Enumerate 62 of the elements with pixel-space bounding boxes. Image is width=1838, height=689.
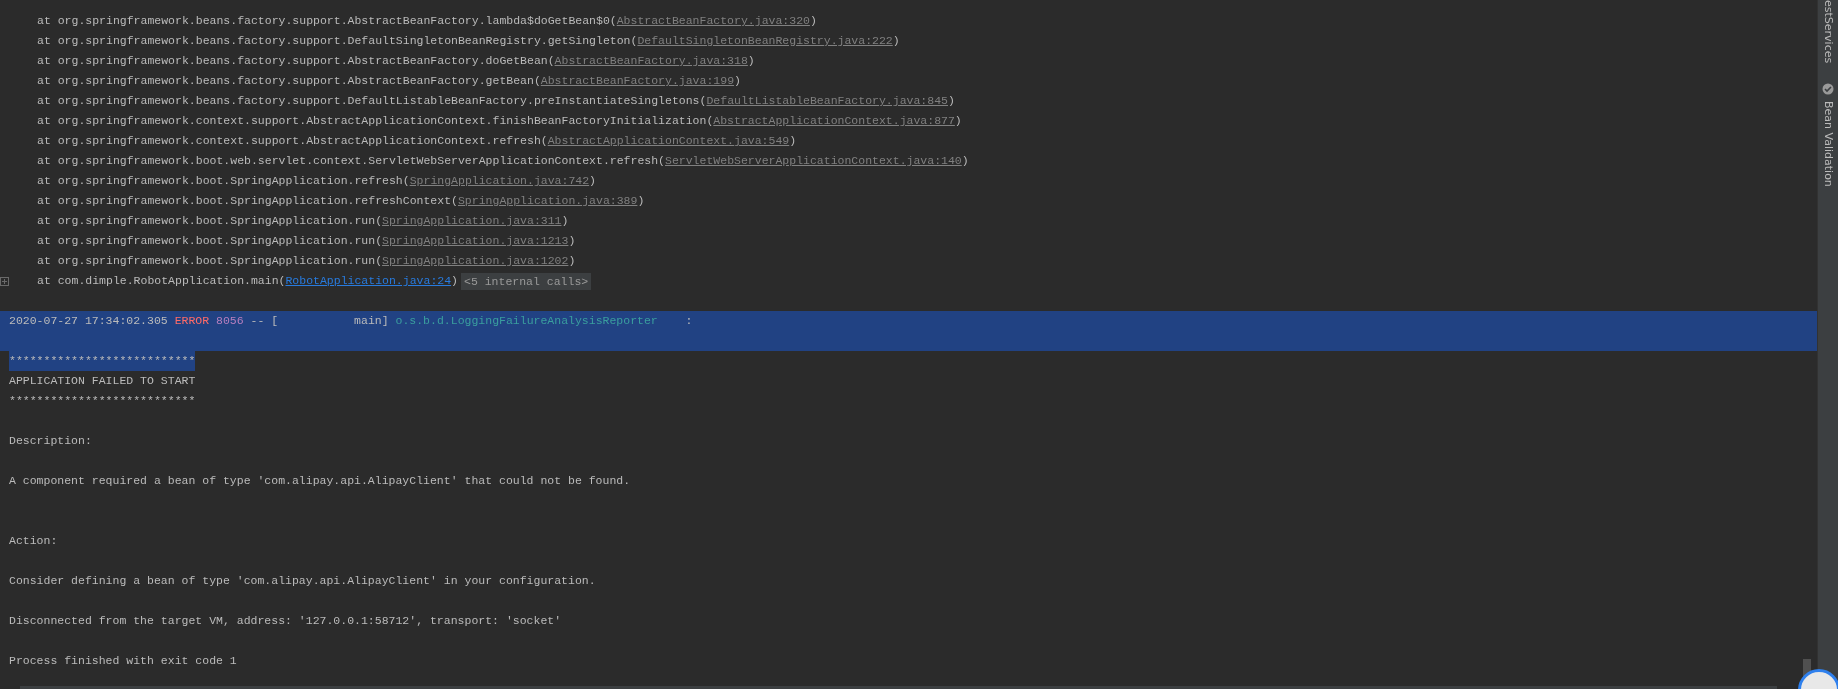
process-id: 8056 — [216, 313, 244, 329]
stack-frame-text: at org.springframework.boot.web.servlet.context.ServletWebServerApplicationContext.refresh( — [37, 153, 665, 169]
source-link[interactable]: DefaultSingletonBeanRegistry.java:222 — [637, 31, 893, 51]
console-text: A component required a bean of type 'com.alipay.api.AlipayClient' that could not be found. — [9, 473, 631, 489]
log-timestamp: 2020-07-27 17:34:02.305 — [9, 313, 168, 329]
source-link[interactable]: AbstractBeanFactory.java:199 — [540, 71, 735, 91]
log-colon: : — [685, 313, 693, 329]
stack-frame-text: ) — [961, 153, 969, 169]
stack-frame-text: ) — [734, 73, 741, 89]
stack-frame-text: at org.springframework.boot.SpringApplication.refresh( — [37, 173, 410, 189]
stack-frame-text: at org.springframework.beans.factory.support.DefaultSingletonBeanRegistry.getSingleton( — [37, 33, 638, 49]
source-link[interactable]: AbstractApplicationContext.java:877 — [713, 111, 955, 131]
console-text: Description: — [9, 433, 92, 449]
tool-window-tab[interactable]: estServices — [1821, 0, 1835, 84]
source-link[interactable]: AbstractBeanFactory.java:318 — [554, 51, 748, 71]
stack-frame-text: ) — [954, 113, 962, 129]
source-link[interactable]: SpringApplication.java:742 — [409, 171, 590, 191]
stack-frame-text: ) — [637, 193, 645, 209]
log-separator: -- [ — [250, 313, 279, 329]
console-text: Consider defining a bean of type 'com.alipay.api.AlipayClient' in your configuration. — [9, 573, 596, 589]
stack-frame-text: at org.springframework.beans.factory.support.DefaultListableBeanFactory.preInstantiateSingletons( — [37, 93, 707, 109]
console-text: *************************** — [9, 351, 196, 371]
internal-calls-badge[interactable]: <5 internal calls> — [461, 272, 592, 290]
thread-name: main] — [353, 313, 389, 329]
source-link[interactable]: ServletWebServerApplicationContext.java:140 — [665, 151, 962, 171]
stack-frame-text: ) — [809, 13, 817, 29]
source-link[interactable]: DefaultListableBeanFactory.java:845 — [706, 91, 948, 111]
stack-frame-text: at org.springframework.boot.SpringApplication.run( — [37, 213, 383, 229]
source-link[interactable]: AbstractApplicationContext.java:549 — [547, 131, 790, 151]
source-link[interactable]: AbstractBeanFactory.java:320 — [616, 11, 810, 31]
stack-frame-text: at org.springframework.context.support.AbstractApplicationContext.refresh( — [37, 133, 548, 149]
logger-name: o.s.b.d.LoggingFailureAnalysisReporter — [395, 313, 658, 329]
stack-frame-text: ) — [892, 33, 900, 49]
stack-frame-text: at com.dimple.RobotApplication.main( — [37, 273, 286, 289]
stack-frame-text: ) — [568, 233, 576, 249]
expand-icon[interactable] — [0, 276, 9, 286]
source-link[interactable]: SpringApplication.java:1213 — [382, 231, 569, 251]
stack-frame-text: at org.springframework.boot.SpringApplication.run( — [37, 233, 383, 249]
stack-frame-text: at org.springframework.beans.factory.support.AbstractBeanFactory.lambda$doGetBean$0( — [37, 13, 617, 29]
stack-frame-text: at org.springframework.context.support.AbstractApplicationContext.finishBeanFactoryInitialization( — [37, 113, 714, 129]
console-text: Process finished with exit code 1 — [9, 653, 237, 669]
stack-frame-text: ) — [568, 253, 576, 269]
source-link[interactable]: SpringApplication.java:311 — [382, 211, 562, 231]
stack-frame-text: ) — [589, 173, 596, 189]
log-level: ERROR — [174, 313, 210, 329]
stack-frame-text: at org.springframework.boot.SpringApplication.refreshContext( — [37, 193, 458, 209]
console-text: APPLICATION FAILED TO START — [9, 373, 196, 389]
source-link[interactable]: RobotApplication.java:24 — [285, 271, 452, 291]
stack-frame-text: ) — [561, 213, 569, 229]
tool-window-tab[interactable]: Bean Validation — [1821, 83, 1835, 208]
stack-frame-text: ) — [451, 273, 458, 289]
stack-frame-text: at org.springframework.boot.SpringApplication.run( — [37, 253, 383, 269]
stack-frame-text: ) — [947, 93, 955, 109]
stack-frame-text: at org.springframework.beans.factory.support.AbstractBeanFactory.getBean( — [37, 73, 541, 89]
console-text: Action: — [9, 533, 58, 549]
stack-frame-text: at org.springframework.beans.factory.support.AbstractBeanFactory.doGetBean( — [37, 53, 555, 69]
source-link[interactable]: SpringApplication.java:389 — [457, 191, 638, 211]
stack-frame-text: ) — [789, 133, 797, 149]
console-text: *************************** — [9, 393, 196, 409]
console-text: Disconnected from the target VM, address: '127.0.0.1:58712', transport: 'socket' — [9, 613, 562, 629]
source-link[interactable]: SpringApplication.java:1202 — [382, 251, 569, 271]
stack-frame-text: ) — [747, 53, 755, 69]
